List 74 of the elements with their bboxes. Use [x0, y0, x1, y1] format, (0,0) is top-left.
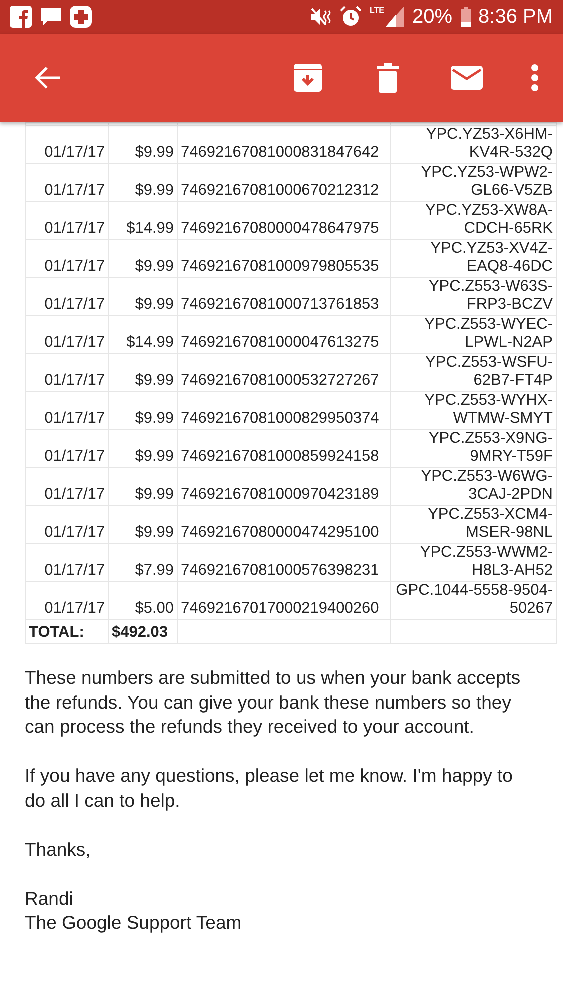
- number-cell: 74692167081000576398231: [178, 544, 390, 582]
- number-cell: 74692167081000713761853: [178, 278, 390, 316]
- code-cell: YPC.Z553-WYHX-WTMW-SMYT: [390, 392, 556, 430]
- signature-line: The Google Support Team: [25, 911, 243, 935]
- back-arrow-icon: [34, 66, 62, 90]
- network-type-label: LTE: [370, 6, 384, 15]
- amount-cell: $5.00: [108, 582, 178, 620]
- mute-icon: [310, 7, 332, 27]
- amount-cell: $9.99: [108, 240, 178, 278]
- archive-icon: [293, 63, 323, 93]
- amount-cell: $9.99: [108, 354, 178, 392]
- battery-percent: 20%: [412, 6, 453, 28]
- amount-cell: $14.99: [108, 316, 178, 354]
- alarm-icon: [340, 6, 362, 28]
- date-cell: 01/17/17: [26, 582, 108, 620]
- code-cell: YPC.Z553-WSFU-62B7-FT4P: [390, 354, 556, 392]
- amount-cell: $9.99: [108, 392, 178, 430]
- total-label: TOTAL:: [26, 620, 108, 644]
- facebook-icon: [10, 6, 32, 28]
- number-cell: 74692167081000970423189: [178, 468, 390, 506]
- date-cell: 01/17/17: [26, 278, 108, 316]
- date-cell: 01/17/17: [26, 506, 108, 544]
- chat-icon: [40, 6, 62, 28]
- number-cell: 74692167080000474295100: [178, 506, 390, 544]
- clock: 8:36 PM: [478, 6, 553, 28]
- code-cell: YPC.YZ53-X6HM-KV4R-532Q: [390, 126, 556, 164]
- code-cell: YPC.Z553-XCM4-MSER-98NL: [390, 506, 556, 544]
- number-cell: 74692167080000478647975: [178, 202, 390, 240]
- date-cell: 01/17/17: [26, 164, 108, 202]
- code-cell: YPC.Z553-WWM2-H8L3-AH52: [390, 544, 556, 582]
- amount-cell: $14.99: [108, 202, 178, 240]
- date-cell: 01/17/17: [26, 240, 108, 278]
- code-cell: GPC.1044-5558-9504-50267: [390, 582, 556, 620]
- number-cell: 74692167081000532727267: [178, 354, 390, 392]
- number-cell: 74692167081000831847642: [178, 126, 390, 164]
- date-cell: 01/17/17: [26, 544, 108, 582]
- date-cell: 01/17/17: [26, 392, 108, 430]
- signal-icon: [386, 7, 404, 27]
- code-cell: YPC.YZ53-XW8A-CDCH-65RK: [390, 202, 556, 240]
- amount-cell: $9.99: [108, 278, 178, 316]
- code-cell: YPC.YZ53-XV4Z-EAQ8-46DC: [390, 240, 556, 278]
- mail-icon: [451, 66, 483, 90]
- date-cell: 01/17/17: [26, 354, 108, 392]
- message-paragraph: Thanks,: [25, 838, 92, 862]
- amount-cell: $9.99: [108, 506, 178, 544]
- date-cell: 01/17/17: [26, 126, 108, 164]
- signature-line: Randi: [25, 886, 74, 910]
- code-cell: YPC.YZ53-WPW2-GL66-V5ZB: [390, 164, 556, 202]
- number-cell: 74692167081000859924158: [178, 430, 390, 468]
- amount-cell: $7.99: [108, 544, 178, 582]
- amount-cell: $9.99: [108, 126, 178, 164]
- number-cell: 74692167081000670212312: [178, 164, 390, 202]
- trash-icon: [377, 63, 399, 93]
- code-cell: YPC.Z553-W63S-FRP3-BCZV: [390, 278, 556, 316]
- number-cell: 74692167081000047613275: [178, 316, 390, 354]
- code-cell: YPC.Z553-W6WG-3CAJ-2PDN: [390, 468, 556, 506]
- more-icon: [531, 64, 539, 92]
- message-paragraph: If you have any questions, please let me know. I'm happy to do all I can to help.: [25, 764, 514, 813]
- amount-cell: $9.99: [108, 430, 178, 468]
- date-cell: 01/17/17: [26, 468, 108, 506]
- code-cell: YPC.Z553-X9NG-9MRY-T59F: [390, 430, 556, 468]
- total-amount: $492.03: [108, 620, 178, 644]
- date-cell: 01/17/17: [26, 430, 108, 468]
- code-cell: YPC.Z553-WYEC-LPWL-N2AP: [390, 316, 556, 354]
- date-cell: 01/17/17: [26, 316, 108, 354]
- battery-icon: [460, 7, 471, 27]
- message-paragraph: These numbers are submitted to us when your bank accepts the refunds. You can give your bank these numbers so they can process the refunds they received to your account.: [25, 666, 522, 739]
- number-cell: 74692167017000219400260: [178, 582, 390, 620]
- date-cell: 01/17/17: [26, 202, 108, 240]
- number-cell: 74692167081000979805535: [178, 240, 390, 278]
- amount-cell: $9.99: [108, 468, 178, 506]
- amount-cell: $9.99: [108, 164, 178, 202]
- number-cell: 74692167081000829950374: [178, 392, 390, 430]
- plus-icon: [70, 6, 92, 28]
